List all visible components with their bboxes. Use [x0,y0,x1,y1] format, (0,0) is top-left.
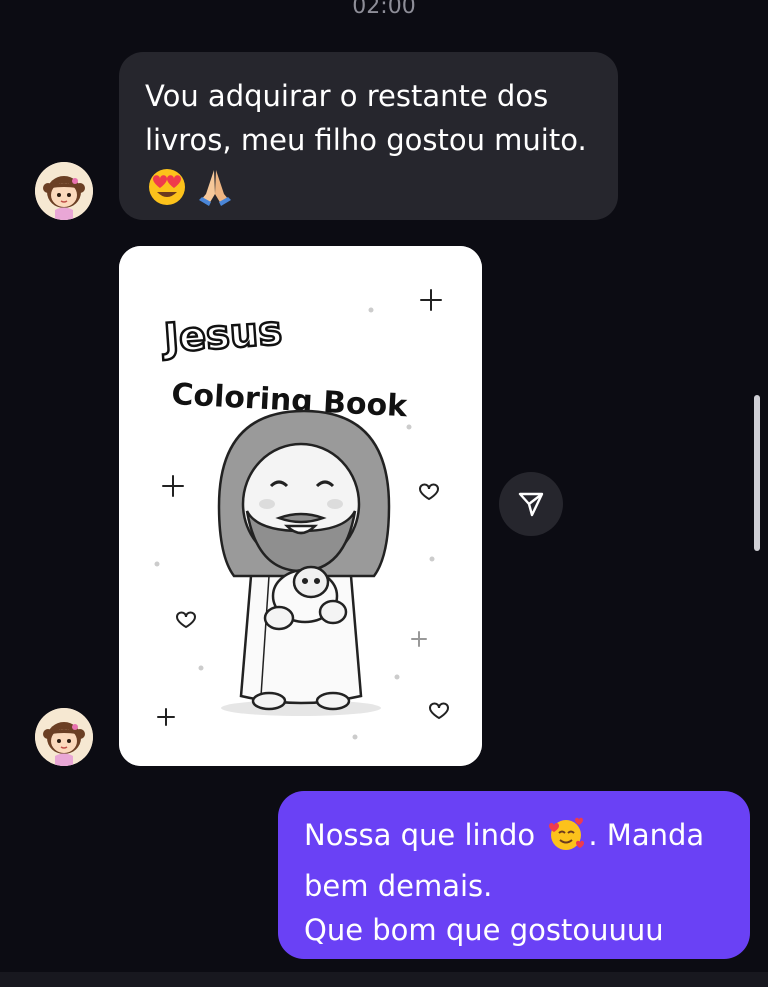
outgoing-message-line-1: Nossa que lindo . Manda [304,813,730,864]
outgoing-message-bubble[interactable]: Nossa que lindo . Manda bem demais. Que … [278,791,750,959]
outgoing-line-1-end: . Manda [588,818,705,852]
message-timestamp: 02:00 [352,0,416,19]
paper-plane-icon [518,492,544,517]
girl-avatar-icon [35,162,93,220]
outgoing-line-1-start: Nossa que lindo [304,818,536,852]
coloring-book-image-message[interactable]: Jesus Coloring Book [119,246,482,766]
folded-hands-emoji-icon [193,164,237,220]
incoming-message-line-1: Vou adquirar o restante dos [145,79,549,113]
outgoing-message-line-2: bem demais. [304,869,493,903]
incoming-message-bubble[interactable]: Vou adquirar o restante dos livros, meu … [119,52,618,220]
scrollbar-thumb[interactable] [754,395,760,551]
incoming-message-line-2: livros, meu filho gostou muito. [145,123,587,157]
girl-avatar-icon [35,708,93,766]
smiling-face-with-hearts-emoji-icon [546,816,586,864]
composer-edge [0,972,768,987]
heart-eyes-emoji-icon [145,164,189,220]
share-button[interactable] [499,472,563,536]
book-title-jesus: Jesus [159,308,283,362]
outgoing-message-line-3: Que bom que gostouuuu [304,913,664,947]
sender-avatar[interactable] [35,162,93,220]
sender-avatar-2[interactable] [35,708,93,766]
